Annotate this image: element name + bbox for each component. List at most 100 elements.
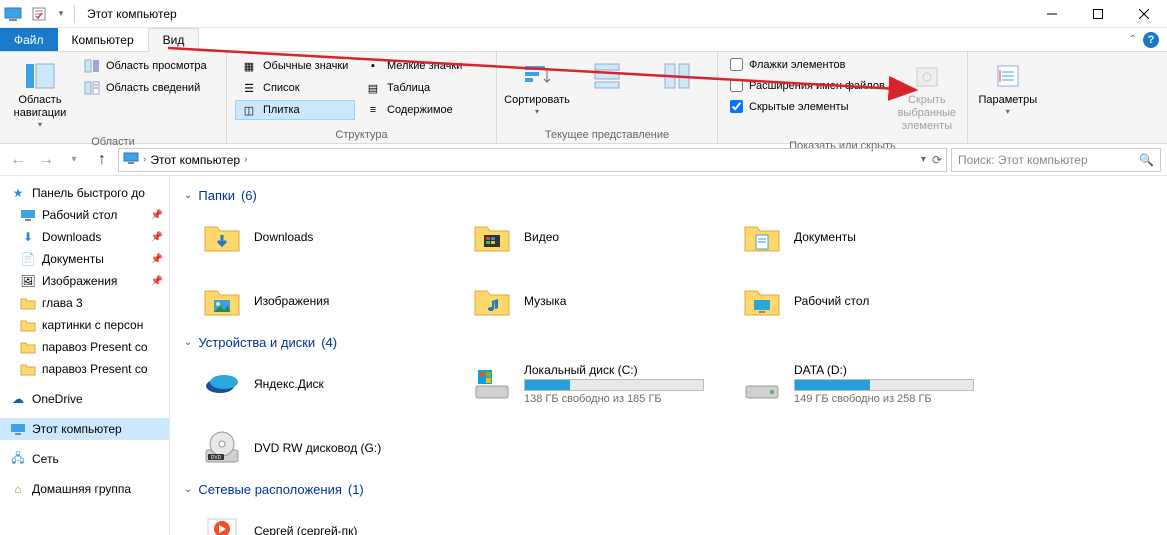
addressbar-row: ← → ▾ ↑ › Этот компьютер › ▾ ⟳ Поиск: Эт… (0, 144, 1167, 176)
drive-usage-bar (524, 379, 704, 391)
qat-dropdown-icon[interactable]: ▾ (54, 3, 68, 25)
refresh-icon[interactable]: ⟳ (932, 153, 942, 167)
preview-pane-button[interactable]: Область просмотра (78, 56, 218, 76)
svg-text:DVD: DVD (211, 455, 222, 461)
search-icon: 🔍 (1139, 153, 1154, 167)
sidebar-item-quick-access[interactable]: ★Панель быстрого до (0, 182, 169, 204)
homegroup-icon: ⌂ (10, 481, 26, 497)
layout-small-icons[interactable]: ▪Мелкие значки (359, 56, 469, 76)
ribbon-group-show-hide: Флажки элементов Расширения имен файлов … (718, 52, 968, 143)
video-folder-icon (470, 215, 514, 259)
section-folders[interactable]: ⌄ Папки (6) (184, 182, 1153, 209)
pin-icon: 📌 (151, 254, 163, 265)
layout-regular-icons[interactable]: ▦Обычные значки (235, 56, 355, 76)
address-dropdown-icon[interactable]: ▾ (921, 154, 926, 165)
sidebar-item-network[interactable]: 🖧Сеть (0, 448, 169, 470)
documents-icon: 📄 (20, 251, 36, 267)
sidebar-item-downloads[interactable]: ⬇Downloads📌 (0, 226, 169, 248)
address-bar[interactable]: › Этот компьютер › ▾ ⟳ (118, 148, 947, 172)
sidebar-item-parovoz2[interactable]: паравоз Present co (0, 358, 169, 380)
sidebar-item-this-pc[interactable]: Этот компьютер (0, 418, 169, 440)
back-button[interactable]: ← (6, 148, 30, 172)
folder-icon (20, 317, 36, 333)
ribbon-group-options: Параметры ▾ (968, 52, 1048, 143)
folder-pictures[interactable]: Изображения (194, 273, 444, 329)
search-input[interactable]: Поиск: Этот компьютер 🔍 (951, 148, 1161, 172)
this-pc-icon (10, 421, 26, 437)
sidebar-item-desktop[interactable]: Рабочий стол📌 (0, 204, 169, 226)
chevron-right-icon[interactable]: › (244, 154, 247, 165)
layout-tiles[interactable]: ◫Плитка (235, 100, 355, 120)
layout-table[interactable]: ▤Таблица (359, 78, 469, 98)
breadcrumb[interactable]: Этот компьютер (146, 153, 244, 167)
folder-video[interactable]: Видео (464, 209, 714, 265)
chevron-down-icon: ⌄ (184, 190, 192, 201)
star-icon: ★ (10, 185, 26, 201)
layout-list[interactable]: ☰Список (235, 78, 355, 98)
chevron-down-icon: ⌄ (184, 484, 192, 495)
ribbon-group-current-view: Сортировать ▾ Текущее представление (497, 52, 718, 143)
ribbon-group-layout-label: Структура (235, 127, 488, 141)
sidebar-item-onedrive[interactable]: ☁OneDrive (0, 388, 169, 410)
drive-yandex-disk[interactable]: Яндекс.Диск (194, 356, 444, 412)
navigation-pane-button[interactable]: Область навигации ▾ (8, 56, 72, 134)
hidden-items-toggle[interactable]: Скрытые элементы (726, 98, 889, 115)
sidebar-item-pictures[interactable]: 🖼Изображения📌 (0, 270, 169, 292)
tab-view[interactable]: Вид (148, 28, 200, 52)
drive-c[interactable]: Локальный диск (C:) 138 ГБ свободно из 1… (464, 356, 714, 412)
disk-icon (470, 362, 514, 406)
pin-icon: 📌 (151, 276, 163, 287)
folder-music[interactable]: Музыка (464, 273, 714, 329)
drive-usage-bar (794, 379, 974, 391)
properties-icon[interactable] (28, 3, 50, 25)
file-extensions-toggle[interactable]: Расширения имен файлов (726, 77, 889, 94)
folder-documents[interactable]: Документы (734, 209, 984, 265)
drive-d[interactable]: DATA (D:) 149 ГБ свободно из 258 ГБ (734, 356, 984, 412)
maximize-button[interactable] (1075, 0, 1121, 28)
sidebar-item-documents[interactable]: 📄Документы📌 (0, 248, 169, 270)
close-button[interactable] (1121, 0, 1167, 28)
ribbon-group-areas: Область навигации ▾ Область просмотра Об… (0, 52, 227, 143)
sidebar-item-parovoz1[interactable]: паравоз Present co (0, 336, 169, 358)
sidebar-item-homegroup[interactable]: ⌂Домашняя группа (0, 478, 169, 500)
section-devices[interactable]: ⌄ Устройства и диски (4) (184, 329, 1153, 356)
recent-locations-button[interactable]: ▾ (62, 148, 86, 172)
section-network[interactable]: ⌄ Сетевые расположения (1) (184, 476, 1153, 503)
navigation-pane-label: Область навигации (10, 94, 70, 120)
window-title: Этот компьютер (87, 7, 177, 21)
help-icon[interactable]: ? (1143, 32, 1159, 48)
pin-icon: 📌 (151, 232, 163, 243)
item-checkboxes-toggle[interactable]: Флажки элементов (726, 56, 889, 73)
network-location-sergey[interactable]: Windows Сергей (сергей-пк) (194, 503, 444, 535)
details-pane-button[interactable]: Область сведений (78, 78, 218, 98)
up-button[interactable]: ↑ (90, 148, 114, 172)
onedrive-icon: ☁ (10, 391, 26, 407)
drive-dvd[interactable]: DVD DVD RW дисковод (G:) (194, 420, 444, 476)
navigation-pane: ★Панель быстрого до Рабочий стол📌 ⬇Downl… (0, 176, 170, 535)
group-by-button[interactable] (575, 56, 639, 111)
pin-icon: 📌 (151, 210, 163, 221)
desktop-folder-icon (740, 279, 784, 323)
dvd-drive-icon: DVD (200, 426, 244, 470)
tab-file[interactable]: Файл (0, 28, 58, 51)
sort-button[interactable]: Сортировать ▾ (505, 56, 569, 121)
sidebar-item-chapter3[interactable]: глава 3 (0, 292, 169, 314)
ribbon-group-layout: ▦Обычные значки ▪Мелкие значки ☰Список ▤… (227, 52, 497, 143)
columns-button[interactable] (645, 56, 709, 111)
qat-divider (74, 5, 75, 23)
collapse-ribbon-icon[interactable]: ˆ (1130, 32, 1135, 48)
this-pc-icon (123, 152, 139, 168)
layout-content[interactable]: ≡Содержимое (359, 100, 469, 120)
sidebar-item-pictures-person[interactable]: картинки с персон (0, 314, 169, 336)
disk-icon (740, 362, 784, 406)
folder-desktop[interactable]: Рабочий стол (734, 273, 984, 329)
yandex-disk-icon (200, 362, 244, 406)
hide-selected-button: Скрыть выбранные элементы (895, 56, 959, 138)
this-pc-icon[interactable] (2, 3, 24, 25)
tab-computer[interactable]: Компьютер (58, 28, 148, 51)
pictures-icon: 🖼 (20, 273, 36, 289)
forward-button[interactable]: → (34, 148, 58, 172)
minimize-button[interactable] (1029, 0, 1075, 28)
folder-downloads[interactable]: Downloads (194, 209, 444, 265)
options-button[interactable]: Параметры ▾ (976, 56, 1040, 121)
